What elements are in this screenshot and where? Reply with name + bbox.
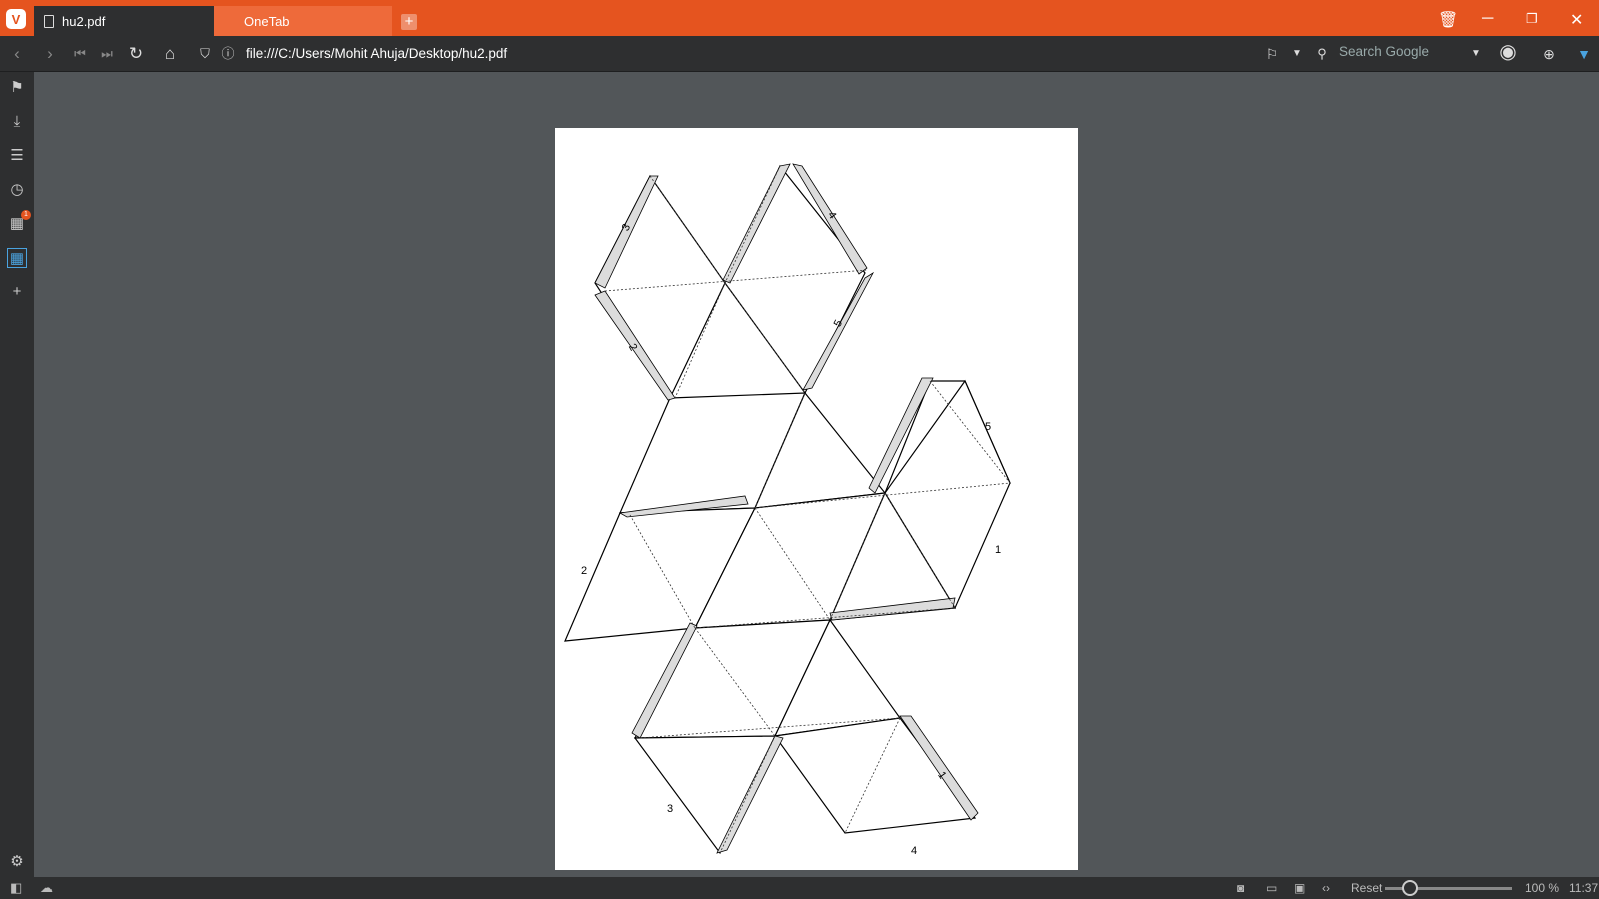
icosahedron-net-drawing: 3 4 5 2 5 1 2 3 4 1: [564, 163, 1011, 857]
forward-icon[interactable]: ›: [40, 44, 60, 64]
vpn-extension-icon[interactable]: ▼: [1574, 44, 1594, 64]
restore-button[interactable]: ❐: [1526, 11, 1538, 27]
zoom-level: 100 %: [1525, 881, 1560, 895]
panel-toggle-icon[interactable]: ◧: [10, 880, 22, 896]
search-engine-dropdown-icon[interactable]: ▼: [1466, 44, 1486, 64]
history-panel-icon[interactable]: ◷: [7, 180, 27, 200]
trash-icon[interactable]: 🗑: [1438, 10, 1458, 30]
clock: 11:37: [1569, 881, 1599, 895]
tab-hu2-pdf[interactable]: hu2.pdf: [34, 6, 214, 36]
reload-icon[interactable]: ↻: [126, 44, 146, 64]
status-bar: ◧ ☁ ◙ ▭ ▣ ‹› Reset 100 % 11:37: [0, 877, 1599, 899]
profile-avatar-icon[interactable]: ◉: [1498, 42, 1518, 62]
home-icon[interactable]: ⌂: [160, 44, 180, 64]
side-panel: ⚑ ⤓ ☰ ◷ ▦ 1 ▦ + ⚙: [0, 72, 34, 877]
sync-cloud-icon[interactable]: ☁: [40, 880, 53, 896]
search-icon: ⚲: [1317, 46, 1327, 61]
title-bar: V hu2.pdf OneTab + 🗑 ─ ❐ ✕: [0, 0, 1599, 36]
fast-forward-icon[interactable]: ⏭: [97, 44, 117, 64]
settings-gear-icon[interactable]: ⚙: [7, 852, 27, 872]
tab-label: OneTab: [244, 13, 290, 29]
tab-onetab[interactable]: OneTab: [214, 6, 392, 36]
edge-label: 1: [995, 544, 1001, 556]
extension-icon[interactable]: ⊕: [1539, 44, 1559, 64]
shield-icon[interactable]: ⛉: [195, 44, 215, 64]
tiling-icon[interactable]: ▭: [1266, 881, 1277, 895]
edge-label: 2: [581, 565, 587, 577]
capture-camera-icon[interactable]: ◙: [1237, 881, 1244, 895]
downloads-panel-icon[interactable]: ⤓: [7, 112, 27, 132]
vivaldi-logo-icon[interactable]: V: [6, 9, 26, 29]
notification-badge: 1: [21, 210, 31, 220]
chevron-down-icon[interactable]: ▼: [1287, 44, 1307, 64]
image-icon[interactable]: ▣: [1294, 881, 1305, 895]
zoom-reset-button[interactable]: Reset: [1351, 881, 1382, 895]
zoom-slider-handle[interactable]: [1402, 880, 1418, 896]
rewind-icon[interactable]: ⏮: [70, 44, 90, 64]
edge-label: 3: [667, 803, 673, 815]
web-panel-icon[interactable]: ▦: [7, 248, 27, 268]
address-toolbar: ‹ › ⏮ ⏭ ↻ ⌂ ⛉ ⓘ file:///C:/Users/Mohit A…: [0, 36, 1599, 72]
close-button[interactable]: ✕: [1570, 10, 1583, 30]
add-panel-icon[interactable]: +: [7, 282, 27, 302]
address-field[interactable]: file:///C:/Users/Mohit Ahuja/Desktop/hu2…: [246, 46, 507, 61]
new-tab-button[interactable]: +: [401, 14, 417, 30]
page-actions-icon[interactable]: ‹›: [1322, 881, 1330, 895]
notes-panel-icon[interactable]: ☰: [7, 146, 27, 166]
bookmarks-panel-icon[interactable]: ⚑: [7, 78, 27, 98]
file-icon: [44, 14, 54, 28]
edge-label: 4: [911, 845, 917, 857]
back-icon[interactable]: ‹: [7, 44, 27, 64]
edge-label: 5: [985, 421, 991, 433]
bookmark-icon[interactable]: ⚐: [1262, 44, 1282, 64]
tab-label: hu2.pdf: [62, 13, 106, 29]
pdf-page: 3 4 5 2 5 1 2 3 4 1: [555, 128, 1078, 870]
info-icon[interactable]: ⓘ: [218, 44, 238, 64]
minimize-button[interactable]: ─: [1482, 10, 1493, 28]
